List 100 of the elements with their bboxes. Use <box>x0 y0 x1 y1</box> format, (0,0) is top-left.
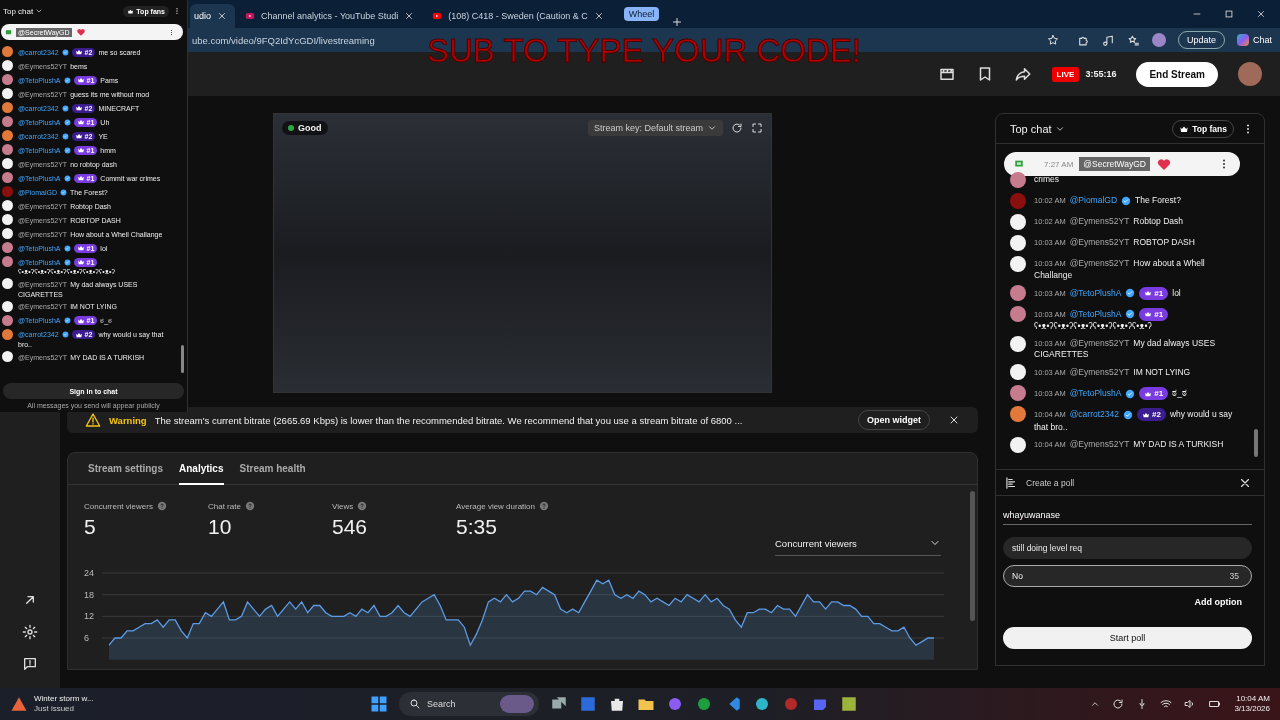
character-count: 35 <box>1229 571 1239 581</box>
question-field[interactable]: whayuwanase <box>1003 506 1252 525</box>
profile-avatar[interactable] <box>1151 33 1166 47</box>
option-field[interactable]: still doing level req <box>1003 537 1252 559</box>
music-note-icon[interactable] <box>1101 33 1115 47</box>
favorites-icon[interactable] <box>1126 33 1140 47</box>
battery-icon[interactable] <box>1208 698 1223 710</box>
crown-icon <box>76 174 85 183</box>
clock-time: 10:04 AM <box>1236 694 1270 704</box>
help-icon[interactable] <box>539 501 549 511</box>
option-input[interactable]: still doing level req <box>1012 543 1239 553</box>
weather-title: Winter storm w... <box>34 694 94 704</box>
crown-icon <box>1144 310 1153 318</box>
stat-value: 10 <box>208 515 233 539</box>
scrollbar[interactable] <box>970 491 975 621</box>
option-input[interactable]: No <box>1012 571 1222 581</box>
stat-label: Views <box>332 501 354 511</box>
windows-logo-icon[interactable] <box>370 695 388 713</box>
refresh-icon[interactable] <box>731 122 743 134</box>
stat-value: 5 <box>84 515 97 539</box>
axis-tick-label: 12 <box>84 611 94 622</box>
play-logo-icon <box>432 11 443 21</box>
browser-tab[interactable]: udio <box>190 4 235 28</box>
weather-subtitle: Just issued <box>34 704 76 714</box>
close-icon[interactable] <box>1256 9 1266 19</box>
panel-tab[interactable]: Stream settings <box>88 453 164 485</box>
author-name: @SecretWayGD <box>1079 157 1150 171</box>
live-badge: LIVE <box>1051 66 1080 82</box>
poll-title: Create a poll <box>1026 477 1076 488</box>
caret-icon <box>35 7 44 15</box>
warning-label: Warning <box>109 414 147 426</box>
message-icon <box>1014 159 1024 169</box>
crown-icon <box>76 76 85 85</box>
chat-button[interactable]: Chat <box>1237 34 1272 46</box>
rank-badge: #1 <box>1139 307 1169 321</box>
weather-alert-icon <box>10 695 28 713</box>
close-icon[interactable] <box>593 11 604 21</box>
browser-tab[interactable]: Channel analytics - YouTube Studi <box>237 4 423 28</box>
new-tab-icon[interactable] <box>671 16 684 28</box>
chat-mode-dropdown[interactable]: Top chat <box>1010 122 1165 135</box>
rank-badge: #1 <box>1139 387 1169 401</box>
rank-badge: #2 <box>1136 408 1166 422</box>
close-icon[interactable] <box>217 11 227 21</box>
metric-dropdown[interactable]: Concurrent viewers <box>775 535 941 556</box>
caret-icon <box>707 123 717 133</box>
stat-label: Concurrent viewers <box>84 501 153 511</box>
settings-icon[interactable] <box>22 624 38 640</box>
stream-status-badge: Good <box>282 121 328 135</box>
clock-date: 3/13/2026 <box>1234 704 1270 714</box>
message-time: 7:27 AM <box>1044 159 1074 169</box>
stat-label: Chat rate <box>208 501 241 511</box>
tab-group-label[interactable]: Wheel <box>623 7 660 21</box>
help-icon[interactable] <box>156 501 167 511</box>
browser-tab[interactable]: (108) C418 - Sweden (Caution & C <box>424 4 612 28</box>
stream-duration: 3:55:16 <box>1085 69 1117 79</box>
chat-message: crimes <box>1034 173 1061 186</box>
panel-tab[interactable]: Stream health <box>239 453 306 485</box>
play-logo-icon <box>245 11 255 21</box>
panel-tab[interactable]: Analytics <box>179 453 224 485</box>
add-option-button[interactable]: Add option <box>1194 595 1242 609</box>
help-icon[interactable] <box>244 501 255 511</box>
warning-icon <box>85 412 101 428</box>
feedback-icon[interactable] <box>22 656 38 672</box>
crown-icon <box>74 48 83 57</box>
scrollbar[interactable] <box>1254 429 1258 457</box>
sync-icon[interactable] <box>1112 698 1125 710</box>
heart-sticker-icon <box>1156 156 1172 172</box>
option-field[interactable]: No 35 <box>1003 565 1252 587</box>
crown-icon <box>1144 289 1153 297</box>
stat-value: 546 <box>332 515 369 539</box>
end-stream-button[interactable]: End Stream <box>1136 61 1218 87</box>
axis-tick-label: 18 <box>84 589 94 600</box>
axis-tick-label: 6 <box>84 633 89 643</box>
wifi-icon[interactable] <box>1160 698 1173 710</box>
start-poll-button[interactable]: Start poll <box>1003 627 1252 649</box>
pinned-message[interactable]: 7:27 AM @SecretWayGD <box>1004 152 1240 176</box>
warning-message: The stream's current bitrate (2665.69 Kbps) is lower than the recommended bitrate. We recommend that you use a stream bitrate of 6800 ... <box>154 414 744 426</box>
message-icon <box>5 28 12 36</box>
close-icon[interactable] <box>404 11 415 21</box>
scrollbar[interactable] <box>181 345 184 373</box>
chat-mode-dropdown[interactable]: Top chat <box>3 6 120 16</box>
search-highlight-image <box>500 695 534 713</box>
overlay-banner-text: SUB TO TYPE YOUR CODE! <box>427 32 861 70</box>
help-icon[interactable] <box>357 501 368 511</box>
share-icon[interactable] <box>1013 65 1032 83</box>
stat-label: Average view duration <box>456 501 535 511</box>
fullscreen-icon[interactable] <box>751 122 763 134</box>
stream-key-dropdown[interactable]: Stream key: Default stream <box>587 120 723 136</box>
axis-tick-label: 24 <box>84 568 94 578</box>
chevron-up-icon[interactable] <box>1090 699 1101 709</box>
heart-sticker-icon <box>75 27 86 37</box>
star-icon[interactable] <box>1046 34 1059 46</box>
rank-badge: #1 <box>1139 286 1169 300</box>
maximize-icon[interactable] <box>1224 9 1234 19</box>
crown-icon <box>127 7 135 15</box>
stat-value: 5:35 <box>456 515 498 539</box>
channel-avatar[interactable] <box>1238 62 1262 86</box>
poll-icon <box>1004 475 1018 490</box>
search-icon <box>409 698 421 710</box>
close-icon[interactable] <box>948 414 960 426</box>
